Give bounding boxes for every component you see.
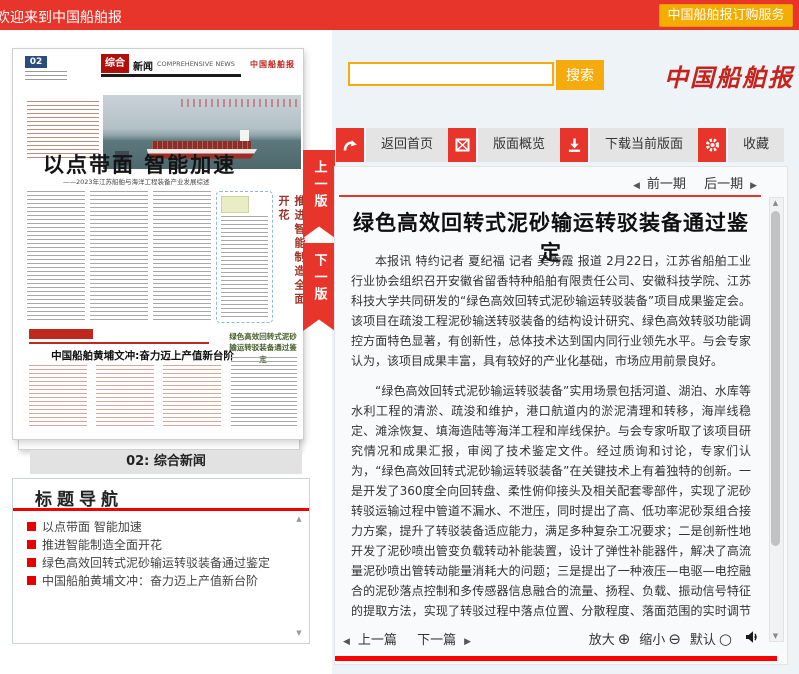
paper-headline: 以点带面 智能加速 [43, 149, 293, 179]
download-icon [560, 128, 588, 162]
prev-article-arrow-icon[interactable]: ◀ [343, 637, 350, 647]
prev-article-link[interactable]: 上一篇 [358, 633, 397, 648]
bullet-icon [27, 576, 36, 585]
home-button[interactable]: 返回首页 [336, 128, 448, 162]
next-article-arrow-icon[interactable]: ▶ [464, 637, 471, 647]
layout-grid-icon [448, 128, 476, 162]
title-nav-item[interactable]: 以点带面 智能加速 [27, 517, 287, 535]
paper-headline-subtitle: ——2023年江苏船舶与海洋工程装备产业发展综述 [63, 176, 283, 186]
title-nav-scrollbar[interactable]: ▲ ▼ [293, 515, 305, 637]
toolbar: 返回首页 版面概览 下载当前版面 收藏 [336, 128, 774, 162]
port-cranes [181, 99, 301, 107]
favorite-button[interactable]: 收藏 [698, 128, 784, 162]
text-column [90, 191, 148, 321]
welcome-text: 欢迎来到中国船舶报 [0, 7, 122, 27]
gear-icon [698, 128, 726, 162]
prev-issue-link[interactable]: 前一期 [647, 177, 686, 192]
search-button[interactable]: 搜索 [556, 60, 604, 90]
title-nav-item[interactable]: 绿色高效回转式泥砂输运转驳装备通过鉴定 [27, 553, 287, 571]
next-article-link[interactable]: 下一篇 [417, 633, 456, 648]
next-page-ribbon[interactable]: 下一版 [303, 243, 335, 331]
bottom-red-rule [335, 656, 777, 661]
title-nav-heading: 标题导航 [35, 485, 123, 510]
page-caption: 02: 综合新闻 [30, 450, 302, 474]
paper-masthead-logo: 中国船舶报 [250, 59, 295, 70]
page: 欢迎来到中国船舶报 中国船舶报订购服务 02 综合 新闻 COMPREHENSI… [0, 0, 799, 674]
bullet-icon [27, 522, 36, 531]
title-nav-item[interactable]: 中国船舶黄埔文冲：奋力迈上产值新台阶 [27, 571, 287, 589]
article-body: 本报讯 特约记者 夏纪福 记者 吴秀霞 报道 2月22日，江苏省船舶工业行业协会… [351, 251, 751, 623]
page-number-badge: 02 [25, 56, 47, 68]
view-controls: 放大 ⊕ 缩小 ⊖ 默认 ○ [589, 629, 759, 648]
scroll-down-icon[interactable]: ▼ [770, 632, 781, 640]
prev-page-ribbon[interactable]: 上一版 [303, 150, 335, 238]
section-header: 综合 新闻 COMPREHENSIVE NEWS [101, 54, 241, 84]
section-badge: 综合 [101, 54, 129, 73]
article-scrollbar[interactable]: ▲ ▼ [769, 197, 784, 642]
next-issue-link[interactable]: 后一期 [704, 177, 743, 192]
zoom-in-label[interactable]: 放大 [589, 629, 615, 648]
section-divider [101, 74, 241, 77]
zoom-out-label[interactable]: 缩小 [639, 629, 665, 648]
article-panel: ◀前一期 后一期▶ 绿色高效回转式泥砂输运转驳装备通过鉴定 本报讯 特约记者 夏… [334, 166, 788, 665]
title-nav-list: 以点带面 智能加速推进智能制造全面开花绿色高效回转式泥砂输运转驳装备通过鉴定中国… [27, 517, 287, 589]
return-arrow-icon [336, 128, 364, 162]
scroll-down-icon[interactable]: ▼ [293, 629, 305, 637]
issue-nav: ◀ 前一期 后一期 ▶ [633, 173, 757, 192]
text-column [96, 365, 154, 427]
vertical-headline: 推进智能制造全面开花 [275, 195, 307, 315]
column-label [29, 329, 93, 339]
article-paragraph: “绿色高效回转式泥砂输运转驳装备”实用场景包括河道、湖泊、水库等水利工程的清淤、… [351, 381, 751, 623]
speaker-icon[interactable] [745, 630, 759, 648]
text-column [231, 357, 297, 427]
bullet-icon [27, 558, 36, 567]
title-nav-item[interactable]: 推进智能制造全面开花 [27, 535, 287, 553]
article-paragraph: 本报讯 特约记者 夏纪福 记者 吴秀霞 报道 2月22日，江苏省船舶工业行业协会… [351, 251, 751, 371]
inset-illustration [221, 196, 249, 213]
bullet-icon [27, 540, 36, 549]
page-meta-lines [25, 71, 67, 83]
search-input[interactable] [348, 62, 554, 86]
prev-issue-arrow-icon[interactable]: ◀ [633, 181, 640, 191]
reset-zoom-label[interactable]: 默认 [690, 629, 716, 648]
title-nav-divider [13, 508, 309, 511]
text-column [27, 191, 85, 321]
download-page-button[interactable]: 下载当前版面 [560, 128, 698, 162]
boxed-article [216, 191, 273, 323]
scroll-up-icon[interactable]: ▲ [293, 515, 305, 523]
column-rule [29, 342, 209, 344]
article-bottom-bar: ◀ 上一篇 下一篇 ▶ 放大 ⊕ 缩小 ⊖ 默认 ○ [343, 629, 759, 651]
next-issue-arrow-icon[interactable]: ▶ [750, 181, 757, 191]
article-divider [339, 195, 761, 197]
section-name-en: COMPREHENSIVE NEWS [157, 60, 235, 68]
layout-overview-button[interactable]: 版面概览 [448, 128, 560, 162]
section-name: 新闻 [133, 58, 153, 73]
paper-headline-2: 中国船舶黄埔文冲:奋力迈上产值新台阶 [35, 348, 250, 363]
reset-zoom-icon[interactable]: ○ [719, 630, 732, 648]
title-nav-card: 标题导航 以点带面 智能加速推进智能制造全面开花绿色高效回转式泥砂输运转驳装备通… [12, 478, 310, 644]
text-column [29, 365, 87, 427]
article-nav: ◀ 上一篇 下一篇 ▶ [343, 629, 471, 648]
scroll-up-icon[interactable]: ▲ [770, 199, 781, 207]
topbar: 欢迎来到中国船舶报 中国船舶报订购服务 [0, 0, 799, 30]
scrollbar-thumb[interactable] [771, 211, 780, 546]
text-column [153, 191, 211, 321]
subscribe-button[interactable]: 中国船舶报订购服务 [659, 4, 793, 27]
zoom-in-icon[interactable]: ⊕ [618, 630, 631, 648]
text-column [163, 365, 221, 427]
zoom-out-icon[interactable]: ⊖ [668, 630, 681, 648]
newspaper-thumbnail[interactable]: 02 综合 新闻 COMPREHENSIVE NEWS 中国船舶报 以点带面 智… [12, 48, 304, 440]
site-logo: 中国船舶报 [664, 58, 789, 93]
